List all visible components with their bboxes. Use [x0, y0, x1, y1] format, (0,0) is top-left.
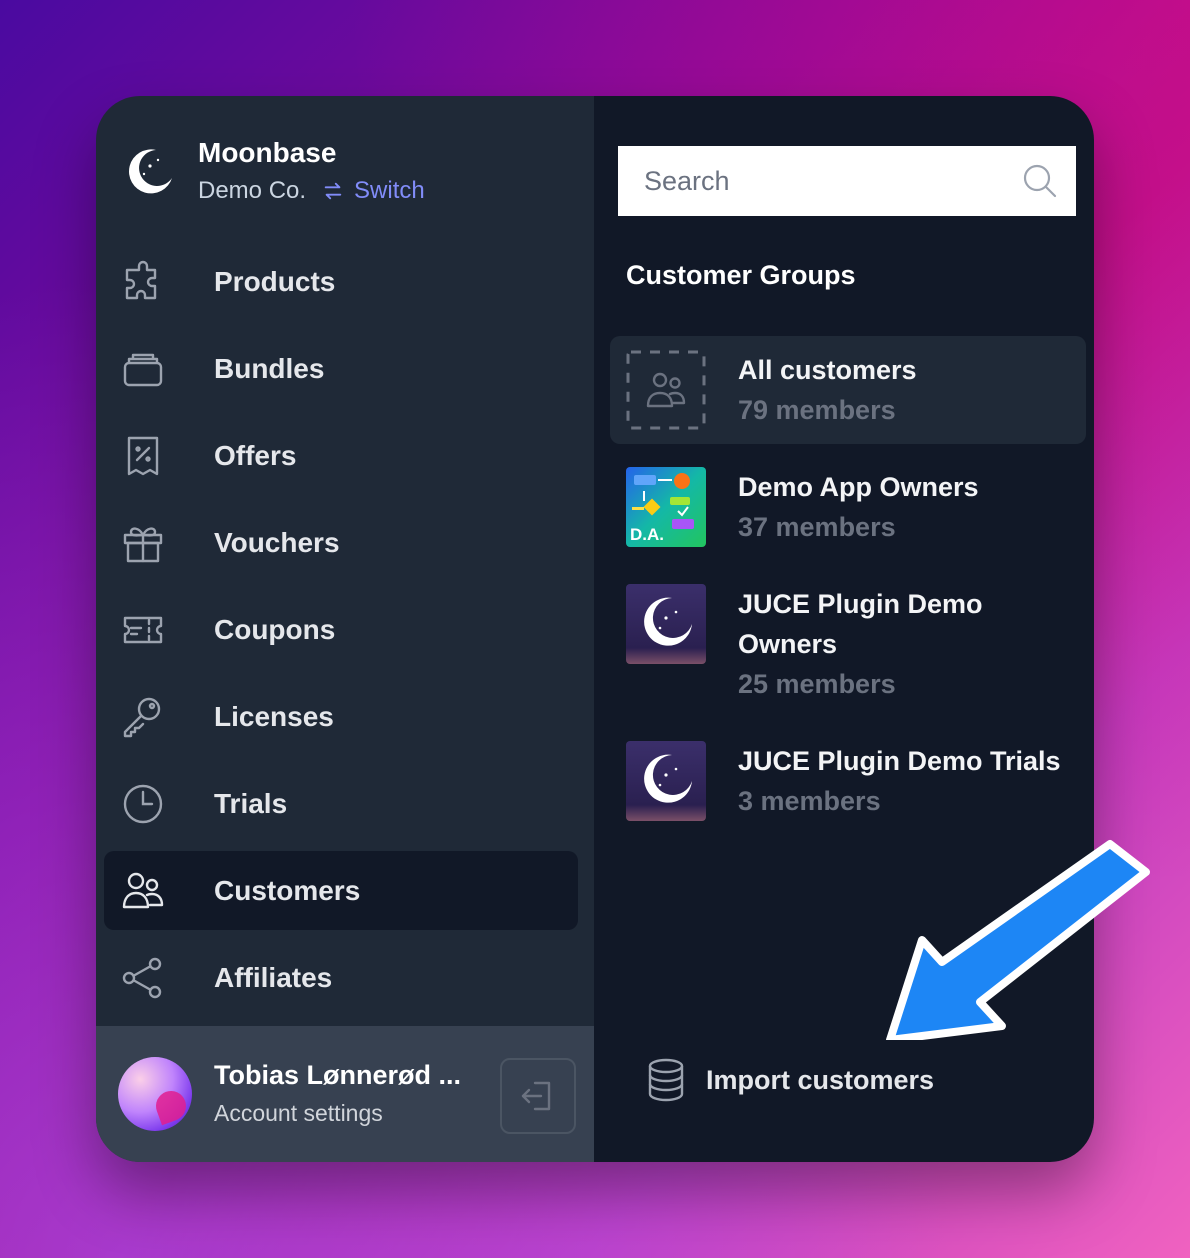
- sidebar-item-customers[interactable]: Customers: [104, 851, 578, 930]
- ticket-icon: [120, 607, 166, 653]
- group-name: Demo App Owners: [738, 472, 979, 502]
- moon-logo-icon: [129, 149, 172, 194]
- groups-title: Customer Groups: [626, 260, 856, 290]
- sidebar-item-label: Bundles: [214, 352, 325, 384]
- sidebar-item-trials[interactable]: Trials: [104, 764, 578, 843]
- all-customers-icon: [626, 350, 706, 430]
- account-info[interactable]: Tobias Lønnerød ... Account settings: [214, 1058, 461, 1130]
- receipt-percent-icon: [120, 433, 166, 479]
- logout-icon: [521, 1081, 551, 1111]
- group-count: 25 members: [738, 669, 896, 699]
- sidebar-item-bundles[interactable]: Bundles: [104, 329, 578, 408]
- sidebar-item-offers[interactable]: Offers: [104, 416, 578, 495]
- org-name: Demo Co.: [198, 177, 307, 204]
- account-footer: Tobias Lønnerød ... Account settings: [96, 1026, 594, 1162]
- group-name: All customers: [738, 355, 917, 385]
- key-icon: [120, 694, 166, 740]
- sidebar-nav: Products Bundles Offers Vouchers Coupons…: [104, 242, 578, 1025]
- sidebar-item-label: Offers: [214, 439, 297, 471]
- search-icon[interactable]: [1022, 163, 1058, 199]
- sidebar-item-label: Coupons: [214, 613, 336, 645]
- logout-button[interactable]: [500, 1058, 576, 1134]
- search-input[interactable]: [642, 164, 1006, 198]
- group-juce-plugin-demo-owners[interactable]: JUCE Plugin Demo Owners 25 members: [610, 570, 1086, 718]
- share-icon: [120, 955, 166, 1001]
- import-customers-label: Import customers: [706, 1064, 935, 1095]
- account-settings-link[interactable]: Account settings: [214, 1096, 461, 1130]
- moon-thumbnail-icon: [626, 584, 706, 664]
- database-icon: [648, 1058, 684, 1102]
- demo-app-thumb-text: D.A.: [630, 525, 664, 544]
- group-count: 37 members: [738, 512, 896, 542]
- sidebar-item-vouchers[interactable]: Vouchers: [104, 503, 578, 582]
- moon-thumbnail-icon: [626, 741, 706, 821]
- group-name: JUCE Plugin Demo Trials: [738, 746, 1061, 776]
- sidebar-item-label: Trials: [214, 787, 288, 819]
- sidebar-item-label: Products: [214, 265, 336, 297]
- sidebar: Moonbase Demo Co. Switch Products Bundle…: [96, 96, 594, 1162]
- sidebar-item-products[interactable]: Products: [104, 242, 578, 321]
- brand-name: Moonbase: [198, 137, 337, 168]
- sidebar-item-licenses[interactable]: Licenses: [104, 677, 578, 756]
- group-juce-plugin-demo-trials[interactable]: JUCE Plugin Demo Trials 3 members: [610, 727, 1086, 835]
- sidebar-item-label: Vouchers: [214, 526, 340, 558]
- sidebar-item-coupons[interactable]: Coupons: [104, 590, 578, 669]
- switch-label: Switch: [354, 177, 425, 204]
- demo-app-thumbnail: D.A.: [626, 467, 706, 547]
- group-name: JUCE Plugin Demo Owners: [738, 589, 983, 659]
- sidebar-item-affiliates[interactable]: Affiliates: [104, 938, 578, 1017]
- group-all-customers[interactable]: All customers 79 members: [610, 336, 1086, 444]
- sidebar-item-label: Affiliates: [214, 961, 333, 993]
- box-stack-icon: [120, 346, 166, 392]
- import-customers-button[interactable]: Import customers: [646, 1058, 934, 1102]
- search-box: [618, 146, 1076, 216]
- switch-org-button[interactable]: Switch: [322, 174, 425, 208]
- group-count: 79 members: [738, 395, 896, 425]
- clock-icon: [120, 781, 166, 827]
- group-count: 3 members: [738, 786, 881, 816]
- avatar[interactable]: [118, 1057, 192, 1131]
- gift-icon: [120, 520, 166, 566]
- account-name: Tobias Lønnerød ...: [214, 1060, 461, 1090]
- group-demo-app-owners[interactable]: D.A. Demo App Owners 37 members: [610, 453, 1086, 561]
- annotation-arrow-icon: [886, 840, 1150, 1040]
- sidebar-item-label: Customers: [214, 874, 361, 906]
- group-list: All customers 79 members D.A. Demo App O…: [610, 336, 1086, 844]
- sidebar-item-label: Licenses: [214, 700, 334, 732]
- switch-arrows-icon: [324, 182, 342, 200]
- users-icon: [120, 868, 166, 914]
- puzzle-icon: [120, 259, 166, 305]
- brand-header: Moonbase Demo Co. Switch: [122, 136, 425, 208]
